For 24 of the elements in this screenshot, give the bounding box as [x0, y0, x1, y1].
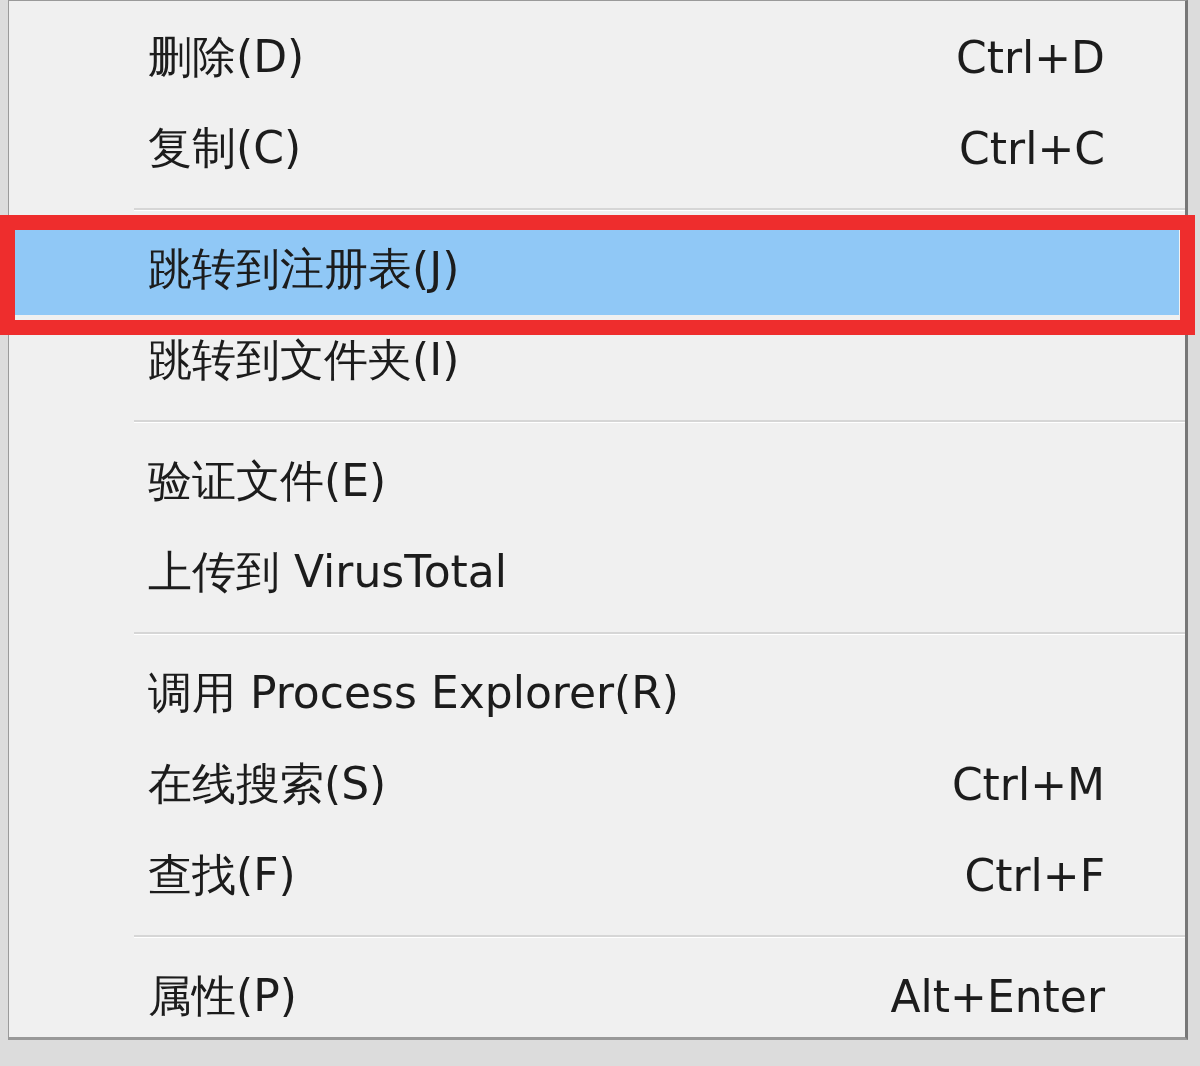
- menu-item-label: 验证文件(E): [148, 454, 387, 508]
- shortcut-text: Alt+Enter: [890, 971, 1105, 1022]
- menu-item[interactable]: 跳转到文件夹(I): [9, 315, 1185, 406]
- menu-item[interactable]: 查找(F) Ctrl+F: [9, 830, 1185, 921]
- shortcut-text: Ctrl+C: [959, 123, 1105, 174]
- menu-item-label: 在线搜索(S): [148, 757, 387, 811]
- menu-item[interactable]: 上传到 VirusTotal: [9, 527, 1185, 618]
- menu-item[interactable]: 调用 Process Explorer(R): [9, 648, 1185, 739]
- menu-item-label: 调用 Process Explorer(R): [148, 666, 679, 720]
- menu-item[interactable]: 删除(D) Ctrl+D: [9, 12, 1185, 103]
- menu-item[interactable]: 在线搜索(S) Ctrl+M: [9, 739, 1185, 830]
- menu-item[interactable]: 验证文件(E): [9, 436, 1185, 527]
- menu-item-label: 属性(P): [148, 969, 297, 1023]
- menu-item-label: 上传到 VirusTotal: [148, 545, 507, 599]
- shortcut-text: Ctrl+F: [964, 850, 1105, 901]
- menu-item-label: 跳转到注册表(J): [148, 242, 460, 296]
- menu-item[interactable]: 属性(P) Alt+Enter: [9, 951, 1185, 1042]
- menu-item-label: 复制(C): [148, 121, 302, 175]
- shortcut-text: Ctrl+M: [951, 759, 1105, 810]
- shortcut-text: Ctrl+D: [955, 32, 1105, 83]
- menu-item[interactable]: 复制(C) Ctrl+C: [9, 103, 1185, 194]
- menu-item-label: 跳转到文件夹(I): [148, 333, 460, 387]
- menu-item-label: 查找(F): [148, 848, 296, 902]
- menu-item-label: 删除(D): [148, 30, 305, 84]
